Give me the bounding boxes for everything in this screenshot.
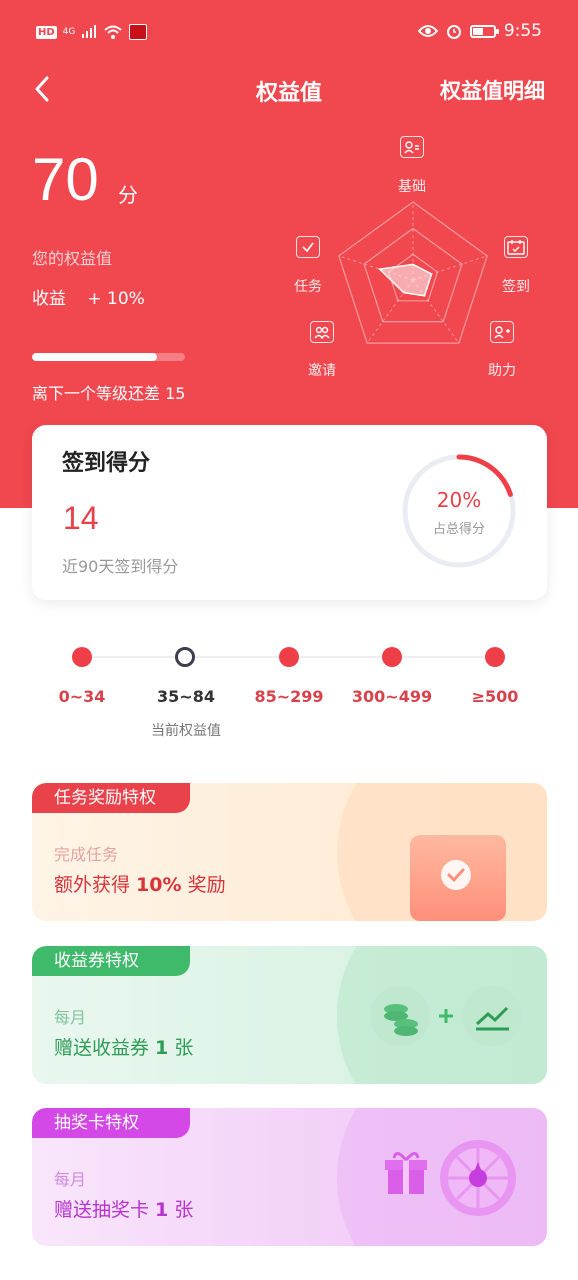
level-label-current: 35~84: [157, 687, 215, 706]
privilege-line2-bold: 1: [155, 1037, 169, 1059]
privilege-card-coupon[interactable]: 收益券特权 每月 赠送收益券 1 张: [32, 946, 547, 1084]
battery-icon: [469, 24, 499, 38]
privilege-line2: 额外获得 10% 奖励: [54, 870, 226, 897]
privilege-card-task[interactable]: 任务奖励特权 完成任务 额外获得 10% 奖励: [32, 783, 547, 921]
signin-card-title: 签到得分: [62, 451, 151, 476]
level-label-0: 0~34: [58, 687, 106, 706]
level-progress-fill: [32, 353, 158, 361]
privilege-line2: 赠送抽奖卡 1 张: [54, 1195, 193, 1222]
level-dot-4: [485, 647, 505, 667]
hd-badge: HD: [36, 25, 57, 39]
privilege-line1: 每月: [54, 1008, 87, 1027]
status-time: 9:55: [503, 21, 542, 41]
level-timeline: 0~34 35~84 85~299 300~499 ≥500 当前权益值: [0, 640, 578, 750]
coins-plus-chart-icon: [364, 982, 528, 1050]
help-user-icon: [490, 321, 514, 343]
check-icon: [410, 835, 506, 921]
level-dot-current: [175, 647, 195, 667]
privilege-line1: 完成任务: [54, 845, 119, 864]
radar-label-invite: 邀请: [308, 363, 336, 379]
radar-label-task: 任务: [294, 279, 322, 295]
chevron-left-icon: [35, 76, 49, 102]
task-check-icon: [296, 236, 320, 258]
level-progress-bar: [32, 353, 185, 361]
privilege-line2-bold: 1: [155, 1199, 169, 1221]
level-label-3: 300~499: [351, 687, 433, 706]
privilege-line2-suffix: 张: [168, 1037, 194, 1059]
calendar-icon: [504, 236, 528, 258]
privilege-line2-prefix: 赠送收益券: [54, 1037, 156, 1059]
level-dot-2: [279, 647, 299, 667]
signin-score-card[interactable]: 签到得分 14 近90天签到得分 20% 占总得分: [32, 425, 547, 600]
radar-label-assist: 助力: [488, 363, 516, 379]
privilege-tag: 抽奖卡特权: [32, 1108, 190, 1138]
level-label-2: 85~299: [254, 687, 324, 706]
status-bar: HD 4G 9:55: [0, 18, 578, 52]
percent-label: 占总得分: [432, 522, 485, 537]
privilege-line2: 赠送收益券 1 张: [54, 1033, 193, 1060]
back-button[interactable]: [28, 72, 58, 106]
nav-bar: 权益值 权益值明细: [0, 62, 578, 116]
privilege-line2-prefix: 额外获得: [54, 874, 137, 896]
score-value: 70: [32, 146, 99, 213]
gift-wheel-icon: [382, 1136, 522, 1220]
network-type: 4G: [62, 27, 76, 37]
income-value: + 10%: [87, 289, 145, 309]
signal-icon: [82, 25, 97, 38]
invite-users-icon: [310, 321, 334, 343]
level-label-4: ≥500: [471, 687, 519, 706]
percent-value: 20%: [436, 488, 482, 512]
eye-icon: [417, 25, 438, 37]
percent-ring: 20% 占总得分: [400, 452, 518, 570]
status-right: 9:55: [417, 21, 542, 41]
app-notification-icon: [129, 24, 148, 40]
score-unit: 分: [118, 183, 138, 207]
privilege-line1: 每月: [54, 1170, 87, 1189]
privilege-line2-suffix: 奖励: [181, 874, 226, 896]
radar-label-signin: 签到: [502, 279, 530, 295]
score-label: 您的权益值: [32, 249, 113, 268]
privilege-line2-bold: 10%: [136, 874, 182, 896]
radar-svg: [338, 201, 488, 344]
income-row: 收益 + 10%: [32, 284, 145, 309]
status-left: HD 4G: [36, 24, 148, 40]
privilege-line2-prefix: 赠送抽奖卡: [54, 1199, 156, 1221]
profile-card-icon: [400, 136, 424, 158]
detail-link[interactable]: 权益值明细: [440, 75, 545, 105]
privilege-tag: 收益券特权: [32, 946, 190, 976]
radar-value-area: [377, 263, 433, 297]
current-level-note: 当前权益值: [151, 723, 221, 739]
alarm-icon: [446, 25, 461, 39]
signin-score-value: 14: [63, 500, 99, 536]
next-level-text: 离下一个等级还差 15: [32, 384, 186, 403]
privilege-card-lottery[interactable]: 抽奖卡特权 每月 赠送抽奖卡 1 张: [32, 1108, 547, 1246]
income-label: 收益: [32, 289, 66, 309]
privilege-line2-suffix: 张: [168, 1199, 194, 1221]
radar-chart: 基础 签到 助力 邀请 任务: [280, 130, 550, 390]
signin-score-subtitle: 近90天签到得分: [62, 557, 179, 576]
level-dot-0: [72, 647, 92, 667]
level-dot-3: [382, 647, 402, 667]
privilege-tag: 任务奖励特权: [32, 783, 190, 813]
radar-label-basic: 基础: [398, 179, 426, 195]
wifi-icon: [104, 25, 123, 39]
